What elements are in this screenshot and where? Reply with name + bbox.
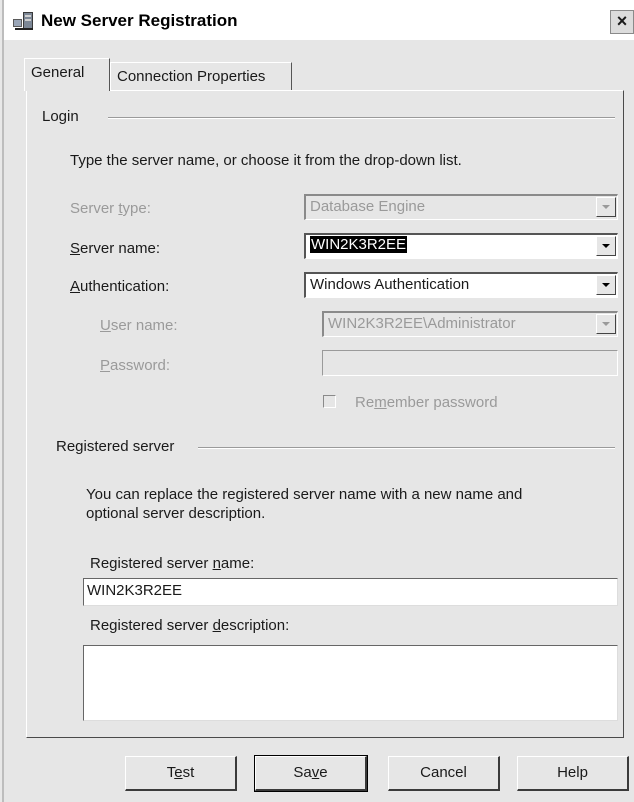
- cancel-button[interactable]: Cancel: [388, 756, 500, 791]
- server-name-dropdown-arrow-icon[interactable]: [596, 236, 616, 256]
- registered-server-name-field[interactable]: WIN2K3R2EE: [83, 578, 618, 606]
- general-tab-panel: [26, 90, 624, 738]
- server-registration-icon: [13, 10, 37, 32]
- server-type-value: Database Engine: [310, 198, 426, 215]
- registered-server-description-line2: optional server description.: [86, 505, 266, 522]
- login-group-label: Login: [42, 108, 85, 125]
- save-button[interactable]: Save: [254, 755, 368, 792]
- registered-server-group-divider: [198, 447, 615, 449]
- remember-password-checkbox: [323, 395, 336, 408]
- server-name-value[interactable]: WIN2K3R2EE: [310, 236, 408, 253]
- help-button[interactable]: Help: [517, 756, 629, 791]
- login-instructions: Type the server name, or choose it from …: [70, 152, 462, 169]
- title-bar: New Server Registration ×: [4, 0, 634, 40]
- authentication-combo[interactable]: Windows Authentication: [304, 272, 618, 298]
- server-type-label: Server type:: [70, 200, 151, 217]
- user-name-value: WIN2K3R2EE\Administrator: [328, 315, 516, 332]
- tab-connection-properties[interactable]: Connection Properties: [110, 62, 292, 90]
- server-name-label: Server name:: [70, 240, 161, 257]
- dialog-title: New Server Registration: [41, 11, 238, 30]
- user-name-combo: WIN2K3R2EE\Administrator: [322, 311, 618, 337]
- server-type-combo: Database Engine: [304, 194, 618, 220]
- authentication-label: Authentication:: [70, 278, 170, 295]
- server-type-dropdown-arrow-icon: [596, 197, 616, 217]
- remember-password-label: Remember password: [355, 394, 498, 411]
- authentication-dropdown-arrow-icon[interactable]: [596, 275, 616, 295]
- test-button[interactable]: Test: [125, 756, 237, 791]
- server-name-combo[interactable]: WIN2K3R2EE: [304, 233, 618, 259]
- user-name-label: User name:: [100, 317, 178, 334]
- registered-server-description-label: Registered server description:: [90, 617, 290, 634]
- password-label: Password:: [100, 357, 171, 374]
- password-field: [322, 350, 618, 376]
- new-server-registration-dialog: New Server Registration × General Connec…: [2, 0, 634, 802]
- user-name-dropdown-arrow-icon: [596, 314, 616, 334]
- close-button[interactable]: ×: [610, 10, 634, 34]
- authentication-value[interactable]: Windows Authentication: [310, 276, 469, 293]
- registered-server-name-value: WIN2K3R2EE: [87, 582, 183, 599]
- registered-server-group-label: Registered server: [56, 438, 181, 455]
- registered-server-name-label: Registered server name:: [90, 555, 255, 572]
- tab-general[interactable]: General: [24, 58, 110, 91]
- login-group-divider: [108, 117, 615, 119]
- registered-server-description-field[interactable]: [83, 645, 618, 721]
- registered-server-description-line1: You can replace the registered server na…: [86, 486, 523, 503]
